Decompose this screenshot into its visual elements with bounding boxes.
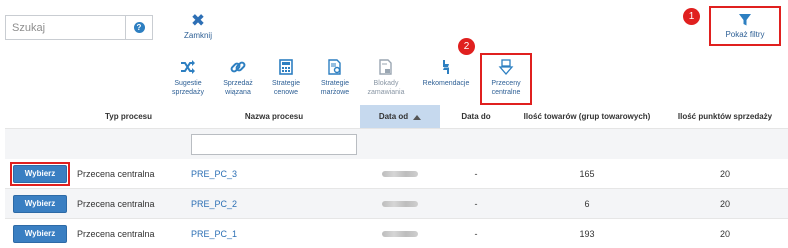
show-filters-button[interactable]: Pokaż filtry	[709, 6, 781, 46]
toolbar-label: wiązana	[225, 89, 251, 96]
highlight-frame: Wybierz	[10, 161, 70, 186]
sort-asc-icon	[413, 114, 422, 120]
toolbar-price-strategies[interactable]: Strategie cenowe	[260, 58, 312, 97]
table-row: Wybierz Przecena centralna PRE_PC_3 - 16…	[5, 159, 788, 189]
toolbar-recommendations[interactable]: Rekomendacje	[420, 58, 472, 88]
cell-points-count: 20	[719, 228, 730, 239]
cell-name-link[interactable]: PRE_PC_1	[188, 229, 360, 239]
process-grid: Typ procesu Nazwa procesu Data od Data d…	[5, 105, 788, 248]
toolbar-label: centralne	[491, 89, 521, 96]
calculator-icon	[279, 59, 293, 75]
col-header-date-from[interactable]: Data od	[360, 105, 440, 128]
cell-type: Przecena centralna	[77, 198, 155, 209]
search-box: ?	[5, 15, 153, 40]
col-header-type[interactable]: Typ procesu	[75, 105, 188, 128]
toolbar-label: marżowe	[320, 89, 350, 96]
toolbar-label: Strategie	[271, 80, 301, 87]
cell-type: Przecena centralna	[77, 228, 155, 239]
col-header-goods-count[interactable]: Ilość towarów (grup towarowych)	[512, 105, 662, 128]
grid-header: Typ procesu Nazwa procesu Data od Data d…	[5, 105, 788, 129]
grid-filter-row	[5, 129, 788, 159]
toolbar-label: Sugestie	[174, 80, 202, 87]
cell-name-link[interactable]: PRE_PC_2	[188, 199, 360, 209]
cell-goods-count: 6	[584, 198, 590, 209]
cell-date-to: -	[474, 168, 478, 179]
table-row: Wybierz Przecena centralna PRE_PC_1 - 19…	[5, 219, 788, 248]
col-header-date-to[interactable]: Data do	[440, 105, 512, 128]
toolbar-label: zamawiania	[367, 89, 405, 96]
select-button[interactable]: Wybierz	[13, 194, 67, 213]
thumb-up-down-icon	[443, 60, 449, 74]
cell-goods-count: 165	[579, 168, 595, 179]
toolbar-label: Blokady	[373, 80, 399, 87]
col-header-date-from-label: Data od	[378, 112, 409, 121]
toolbar-bundled-sales[interactable]: Sprzedaż wiązana	[212, 58, 264, 97]
col-header-points-count[interactable]: Ilość punktów sprzedaży	[662, 105, 788, 128]
shuffle-icon	[181, 60, 195, 74]
price-down-icon	[498, 59, 514, 75]
step-badge-1: 1	[683, 8, 700, 25]
cell-date-from-redacted	[382, 230, 418, 237]
toolbar-label: Przeceny	[491, 80, 521, 87]
cell-date-to: -	[474, 228, 478, 239]
help-circle-icon: ?	[133, 22, 145, 33]
search-help-button[interactable]: ?	[125, 16, 152, 39]
cell-name-link[interactable]: PRE_PC_3	[188, 169, 360, 179]
close-button[interactable]: ✖ Zamknij	[180, 12, 216, 40]
toolbar-label: cenowe	[273, 89, 299, 96]
funnel-icon	[739, 14, 751, 26]
cell-points-count: 20	[719, 198, 730, 209]
select-button[interactable]: Wybierz	[13, 224, 67, 243]
cell-date-to: -	[474, 198, 478, 209]
toolbar-sales-suggestions[interactable]: Sugestie sprzedaży	[162, 58, 214, 97]
toolbar-margin-strategies[interactable]: Strategie marżowe	[309, 58, 361, 97]
toolbar-central-discounts[interactable]: Przeceny centralne	[480, 53, 532, 105]
step-badge-2: 2	[458, 38, 475, 55]
link-icon	[230, 61, 246, 73]
cell-date-from-redacted	[382, 200, 418, 207]
toolbar-label: Rekomendacje	[422, 80, 470, 87]
show-filters-label: Pokaż filtry	[725, 30, 765, 39]
document-gear-icon	[328, 59, 341, 75]
cell-date-from-redacted	[382, 170, 418, 177]
toolbar-label: sprzedaży	[172, 89, 204, 96]
col-header-name[interactable]: Nazwa procesu	[188, 105, 360, 128]
search-input[interactable]	[6, 16, 125, 39]
cell-type: Przecena centralna	[77, 168, 155, 179]
toolbar-order-blocks[interactable]: Blokady zamawiania	[360, 58, 412, 97]
cell-goods-count: 193	[579, 228, 595, 239]
table-row: Wybierz Przecena centralna PRE_PC_2 - 6 …	[5, 189, 788, 219]
document-lock-icon	[379, 59, 392, 75]
col-header-actions	[5, 105, 75, 128]
close-x-icon: ✖	[190, 11, 206, 30]
toolbar-label: Sprzedaż	[223, 80, 253, 87]
toolbar-label: Strategie	[320, 80, 350, 87]
select-button[interactable]: Wybierz	[13, 164, 67, 183]
name-filter-input[interactable]	[191, 134, 357, 155]
cell-points-count: 20	[719, 168, 730, 179]
close-label: Zamknij	[183, 31, 212, 40]
